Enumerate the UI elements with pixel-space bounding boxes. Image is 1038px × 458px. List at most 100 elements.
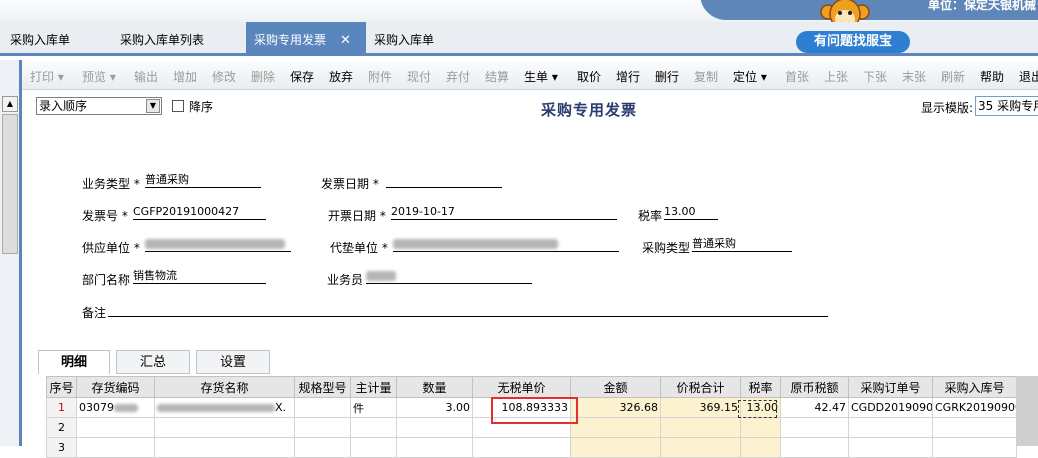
prev-button[interactable]: 上张	[824, 68, 848, 85]
col-unit[interactable]: 主计量	[350, 376, 397, 398]
remark-field[interactable]	[108, 302, 828, 317]
cell-total[interactable]: 369.15	[660, 397, 741, 418]
salesman-field[interactable]	[366, 269, 532, 284]
invoice-no-label: 发票号 *	[82, 209, 128, 223]
invoice-no-field[interactable]: CGFP20191000427	[133, 205, 266, 220]
cell-spec[interactable]	[294, 397, 351, 418]
cell-qty[interactable]: 3.00	[396, 397, 473, 418]
cell-code[interactable]: 03079	[76, 397, 155, 418]
col-po[interactable]: 采购订单号	[848, 376, 933, 398]
save-button[interactable]: 保存	[290, 68, 314, 85]
tab-purchase-receipt-list[interactable]: 采购入库单列表	[120, 22, 204, 53]
grid-header-row: 序号 存货编码 存货名称 规格型号 主计量 数量 无税单价 金额 价税合计 税率…	[46, 376, 1017, 398]
cell-name[interactable]: X.	[154, 397, 295, 418]
col-total[interactable]: 价税合计	[660, 376, 741, 398]
desc-label: 降序	[189, 100, 214, 114]
help-button[interactable]: 有问题找服宝	[796, 31, 910, 53]
invoice-date-label: 发票日期 *	[321, 177, 379, 191]
copy-button[interactable]: 复制	[694, 68, 718, 85]
dept-field[interactable]: 销售物流	[133, 269, 266, 284]
grid-scrollbar[interactable]	[1016, 376, 1038, 446]
col-qty[interactable]: 数量	[396, 376, 473, 398]
col-spec[interactable]: 规格型号	[294, 376, 351, 398]
locate-button[interactable]: 定位 ▾	[733, 68, 767, 85]
col-name[interactable]: 存货名称	[154, 376, 295, 398]
supplier-field[interactable]	[145, 237, 291, 252]
settle-button[interactable]: 结算	[485, 68, 509, 85]
purchase-type-field[interactable]: 普通采购	[692, 237, 792, 252]
detail-subtabs: 明细 汇总 设置	[38, 350, 1018, 374]
next-button[interactable]: 下张	[863, 68, 887, 85]
agent-label: 代垫单位 *	[330, 241, 388, 255]
business-type-field[interactable]: 普通采购	[145, 173, 261, 188]
col-seq[interactable]: 序号	[46, 376, 77, 398]
scrollbar-thumb[interactable]	[2, 114, 18, 254]
dept-label: 部门名称	[82, 273, 131, 287]
cell-receipt[interactable]: CGRK2019090065	[932, 397, 1017, 418]
cell-seq: 2	[46, 417, 77, 438]
col-rate[interactable]: 税率	[740, 376, 781, 398]
delete-row-button[interactable]: 删行	[655, 68, 679, 85]
delete-button[interactable]: 删除	[251, 68, 275, 85]
tab-summary[interactable]: 汇总	[116, 350, 190, 374]
order-select[interactable]: 录入顺序 ▼	[36, 97, 162, 115]
preview-button[interactable]: 预览 ▾	[82, 68, 116, 85]
print-button[interactable]: 打印 ▾	[30, 68, 64, 85]
help-tool-button[interactable]: 帮助	[980, 68, 1004, 85]
exit-button[interactable]: 退出	[1019, 68, 1038, 85]
tab-label: 采购专用发票	[254, 33, 327, 47]
export-button[interactable]: 输出	[134, 68, 158, 85]
open-date-field[interactable]: 2019-10-17	[391, 205, 617, 220]
cash-pay-button[interactable]: 现付	[407, 68, 431, 85]
last-button[interactable]: 末张	[902, 68, 926, 85]
redacted-supplier	[145, 239, 285, 249]
col-amount[interactable]: 金额	[570, 376, 661, 398]
first-button[interactable]: 首张	[785, 68, 809, 85]
tax-rate-field[interactable]: 13.00	[664, 205, 718, 220]
tax-rate-label: 税率	[638, 209, 663, 223]
col-price[interactable]: 无税单价	[472, 376, 571, 398]
col-code[interactable]: 存货编码	[76, 376, 155, 398]
cell-unit[interactable]: 件	[350, 397, 397, 418]
page-title: 采购专用发票	[541, 101, 638, 119]
discard-button[interactable]: 放弃	[329, 68, 353, 85]
add-button[interactable]: 增加	[173, 68, 197, 85]
cell-po[interactable]: CGDD2019090043	[848, 397, 933, 418]
scroll-up-icon[interactable]: ▲	[2, 96, 18, 112]
cell-tax[interactable]: 42.47	[780, 397, 849, 418]
add-row-button[interactable]: 增行	[616, 68, 640, 85]
agent-field[interactable]	[393, 237, 619, 252]
purchase-type-label: 采购类型	[642, 241, 691, 255]
generate-button[interactable]: 生单 ▾	[524, 68, 558, 85]
table-row[interactable]: 3	[46, 437, 1017, 458]
fetch-price-button[interactable]: 取价	[577, 68, 601, 85]
tab-purchase-receipt-2[interactable]: 采购入库单	[374, 22, 434, 53]
col-receipt[interactable]: 采购入库号	[932, 376, 1017, 398]
desc-checkbox[interactable]	[172, 100, 184, 112]
tab-purchase-receipt[interactable]: 采购入库单	[10, 22, 70, 53]
salesman-label: 业务员	[327, 273, 364, 287]
unit-label: 单位：保定天银机械	[928, 0, 1037, 12]
cell-amount[interactable]: 326.68	[570, 397, 661, 418]
close-icon[interactable]: ✕	[340, 33, 351, 48]
cell-seq: 1	[46, 397, 77, 418]
tab-bar-underline	[0, 53, 1038, 56]
open-date-label: 开票日期 *	[328, 209, 386, 223]
top-bar: 单位：保定天银机械	[0, 0, 1038, 22]
refresh-button[interactable]: 刷新	[941, 68, 965, 85]
price-highlight-box	[491, 397, 578, 424]
template-select[interactable]: 35 采购专用	[975, 96, 1038, 116]
cancel-pay-button[interactable]: 弃付	[446, 68, 470, 85]
attachment-button[interactable]: 附件	[368, 68, 392, 85]
tab-settings[interactable]: 设置	[196, 350, 270, 374]
edit-button[interactable]: 修改	[212, 68, 236, 85]
tab-detail[interactable]: 明细	[38, 350, 110, 374]
remark-label: 备注	[82, 306, 107, 320]
col-tax[interactable]: 原币税额	[780, 376, 849, 398]
tab-purchase-special-invoice[interactable]: 采购专用发票 ✕	[246, 22, 366, 53]
redacted-salesman	[366, 271, 396, 281]
invoice-date-field[interactable]	[386, 173, 502, 188]
chevron-down-icon[interactable]: ▼	[146, 99, 160, 113]
tab-label: 采购入库单	[10, 33, 71, 47]
business-type-label: 业务类型 *	[82, 177, 140, 191]
